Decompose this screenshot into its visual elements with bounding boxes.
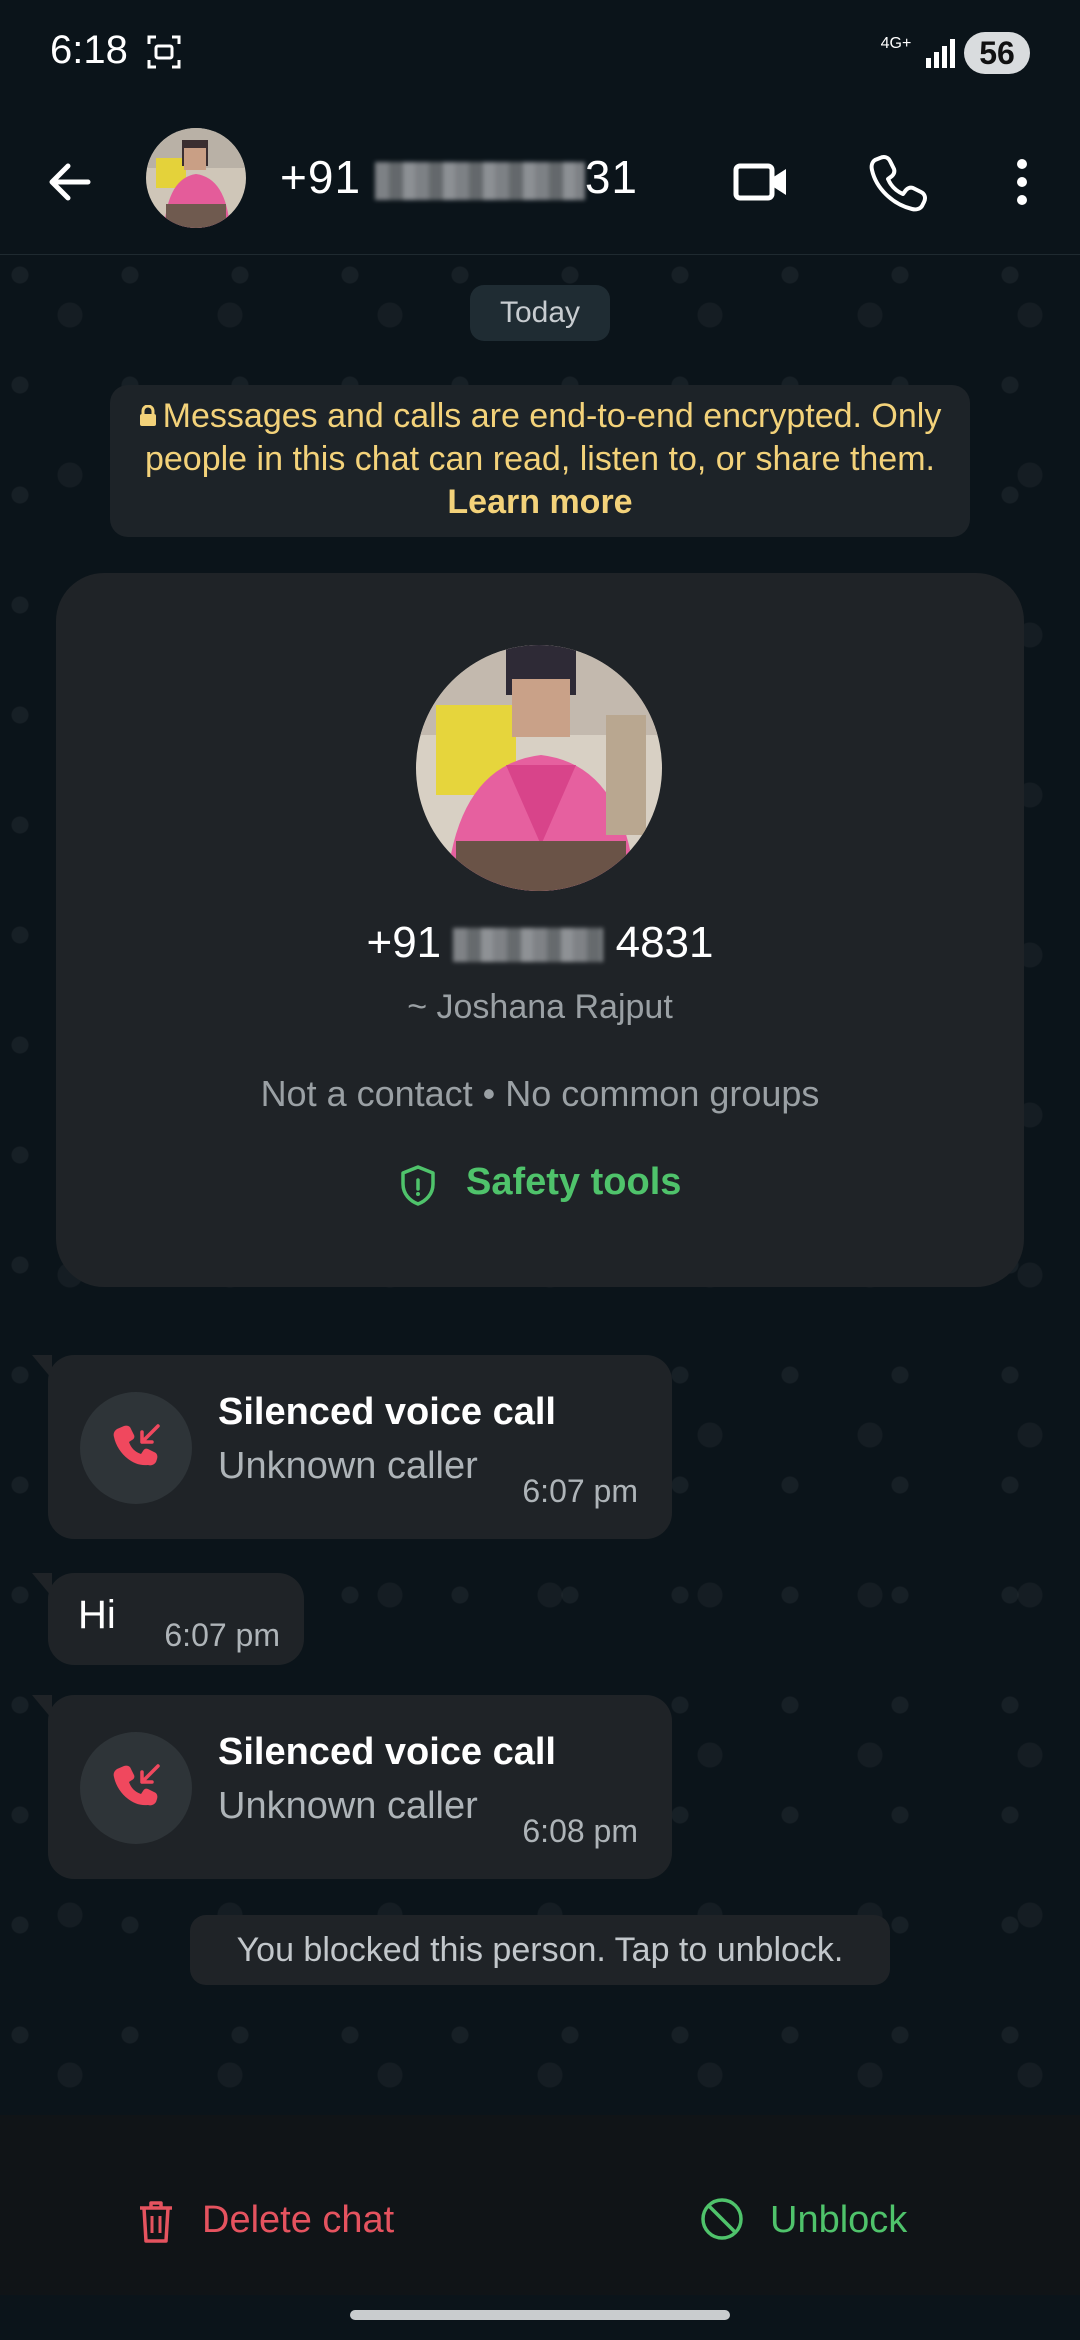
missed-call-icon xyxy=(80,1392,192,1504)
safety-tools-label: Safety tools xyxy=(466,1161,682,1203)
profile-name: ~ Joshana Rajput xyxy=(407,988,673,1026)
call-subtitle: Unknown caller xyxy=(218,1785,478,1827)
home-indicator[interactable] xyxy=(350,2310,730,2320)
redacted-number xyxy=(453,928,604,963)
back-arrow-icon[interactable] xyxy=(38,150,102,214)
title-prefix: +91 xyxy=(280,151,362,203)
blocked-notice[interactable]: You blocked this person. Tap to unblock. xyxy=(190,1915,890,1985)
message-text: Hi xyxy=(78,1593,116,1637)
message-time: 6:07 pm xyxy=(164,1617,280,1653)
profile-card: +91 4831 ~ Joshana Rajput Not a contact … xyxy=(56,573,1024,1287)
encryption-notice[interactable]: Messages and calls are end-to-end encryp… xyxy=(110,385,970,537)
status-bar: 6:18 4G+ 56 xyxy=(0,0,1080,110)
call-message[interactable]: Silenced voice call Unknown caller 6:08 … xyxy=(32,1695,672,1879)
date-chip: Today xyxy=(470,285,610,341)
profile-meta: Not a contact • No common groups xyxy=(260,1073,820,1114)
title-suffix: 31 xyxy=(584,151,638,203)
delete-chat-label: Delete chat xyxy=(202,2199,395,2241)
contact-title[interactable]: +91 31 xyxy=(280,150,638,204)
chat-header: +91 31 xyxy=(0,110,1080,255)
message-time: 6:07 pm xyxy=(522,1473,638,1509)
network-type: 4G+ xyxy=(880,35,912,52)
signal-icon xyxy=(926,39,955,68)
missed-call-icon xyxy=(80,1732,192,1844)
profile-number-suffix: 4831 xyxy=(615,918,714,967)
message-time: 6:08 pm xyxy=(522,1813,638,1849)
bottom-action-bar: Delete chat Unblock xyxy=(0,2115,1080,2295)
block-icon xyxy=(701,2198,743,2240)
voice-call-icon[interactable] xyxy=(866,150,930,214)
profile-number: +91 4831 xyxy=(56,918,1024,968)
unblock-label: Unblock xyxy=(770,2199,908,2241)
shield-icon xyxy=(401,1165,435,1206)
call-title: Silenced voice call xyxy=(218,1391,556,1433)
screenshot-icon xyxy=(147,35,181,69)
more-vert-icon[interactable] xyxy=(1002,150,1042,214)
call-title: Silenced voice call xyxy=(218,1731,556,1773)
chat-area[interactable]: Today Messages and calls are end-to-end … xyxy=(0,255,1080,2115)
lock-icon xyxy=(139,405,156,426)
profile-photo[interactable] xyxy=(416,645,662,891)
call-message[interactable]: Silenced voice call Unknown caller 6:07 … xyxy=(32,1355,672,1539)
encryption-text: Messages and calls are end-to-end encryp… xyxy=(144,397,942,478)
video-call-icon[interactable] xyxy=(730,150,794,214)
status-time: 6:18 xyxy=(50,28,128,72)
learn-more-link[interactable]: Learn more xyxy=(447,483,632,521)
contact-avatar[interactable] xyxy=(146,128,246,228)
trash-icon xyxy=(140,2201,172,2243)
text-message[interactable]: Hi 6:07 pm xyxy=(32,1573,304,1665)
redacted-number xyxy=(374,161,585,200)
profile-number-prefix: +91 xyxy=(366,918,442,967)
call-subtitle: Unknown caller xyxy=(218,1445,478,1487)
battery-level: 56 xyxy=(964,32,1030,74)
